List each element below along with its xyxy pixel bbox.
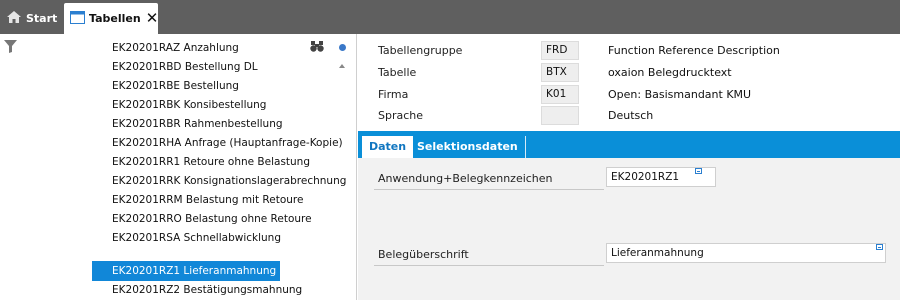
list-item-selected[interactable]: EK20201RZ1 Lieferanmahnung [92,261,281,281]
list-item[interactable]: EK20201RBE Bestellung [92,77,243,96]
tab-tabellen[interactable]: Tabellen ✕ [64,3,158,34]
list-item[interactable]: EK20201RRO Belastung ohne Retoure [92,210,316,229]
field-firma: Firma K01 Open: Basismandant KMU [378,85,898,105]
status-dot-icon[interactable] [339,44,346,51]
list-item[interactable]: EK20201RBD Bestellung DL [92,58,262,77]
field-description: oxaion Belegdrucktext [608,66,732,79]
tab-start[interactable]: Start [6,3,61,34]
field-underline [374,189,604,190]
filter-icon[interactable] [4,40,17,56]
field-label: Tabelle [378,66,417,79]
list-item[interactable]: EK20201RHA Anfrage (Hauptanfrage-Kopie) [92,134,347,153]
tab-tabellen-label: Tabellen [89,12,141,25]
list-item[interactable]: EK20201RRK Konsignationslagerabrechnung [92,172,350,191]
tab-start-label: Start [26,12,58,25]
top-tab-bar: Start Tabellen ✕ [0,0,900,34]
field-anwendung-belegkennzeichen: Anwendung+Belegkennzeichen EK20201RZ1 [358,166,900,190]
field-label: Anwendung+Belegkennzeichen [378,172,553,185]
list-item[interactable]: EK20201RZ2 Bestätigungsmahnung [92,281,306,300]
scroll-up-arrow[interactable] [339,64,345,68]
header-fields: Tabellengruppe FRD Function Reference De… [358,34,900,131]
field-tabelle: Tabelle BTX oxaion Belegdrucktext [378,63,898,83]
field-label: Sprache [378,109,424,122]
close-icon[interactable]: ✕ [146,11,159,26]
field-description: Deutsch [608,109,654,122]
field-value: FRD [541,41,579,60]
field-value-input[interactable]: Lieferanmahnung [606,243,886,263]
field-underline [374,265,604,266]
home-icon [6,10,22,27]
field-description: Function Reference Description [608,44,780,57]
field-label: Belegüberschrift [378,248,469,261]
field-label: Firma [378,88,409,101]
field-value: BTX [541,63,579,82]
field-value [541,106,579,125]
window-icon [70,10,85,27]
tab-daten[interactable]: Daten [362,136,414,158]
field-value: K01 [541,85,579,104]
expand-icon[interactable] [695,168,702,174]
field-description: Open: Basismandant KMU [608,88,752,101]
tab-selektionsdaten[interactable]: Selektionsdaten [410,136,526,158]
list-item[interactable]: EK20201RRM Belastung mit Retoure [92,191,307,210]
detail-form: Anwendung+Belegkennzeichen EK20201RZ1 Be… [358,158,900,300]
field-tabellengruppe: Tabellengruppe FRD Function Reference De… [378,41,898,61]
list-item[interactable]: EK20201RBR Rahmenbestellung [92,115,287,134]
list-item[interactable]: EK20201RR1 Retoure ohne Belastung [92,153,314,172]
table-list-panel: EK20201RAZ Anzahlung EK20201RBD Bestellu… [0,34,357,300]
expand-icon[interactable] [876,244,883,250]
list-item[interactable]: EK20201RSA Schnellabwicklung [92,229,285,248]
field-beleguberschrift: Belegüberschrift Lieferanmahnung [358,242,900,266]
detail-tab-bar: Daten Selektionsdaten [358,131,900,158]
list-item[interactable]: EK20201RBK Konsibestellung [92,96,270,115]
detail-panel: Tabellengruppe FRD Function Reference De… [358,34,900,300]
list-item[interactable]: EK20201RAZ Anzahlung [92,39,243,58]
field-sprache: Sprache Deutsch [378,106,898,126]
binoculars-icon[interactable] [310,41,324,55]
field-label: Tabellengruppe [378,44,463,57]
